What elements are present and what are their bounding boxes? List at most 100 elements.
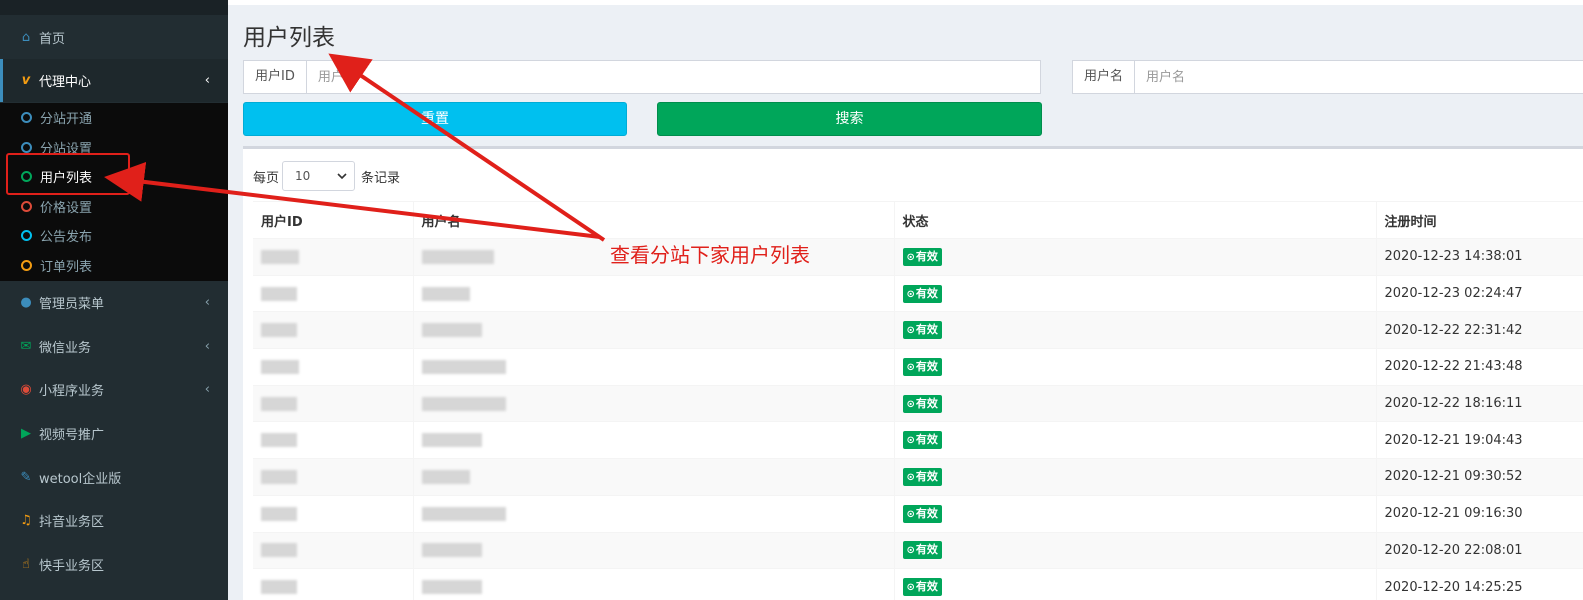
status-label: 有效 [915,543,938,557]
subitem-price-settings[interactable]: 价格设置 [0,192,228,221]
check-circle-icon: ⊙ [906,325,915,337]
submenu-label: 分站开通 [40,112,93,127]
sidebar-item-label: 微信业务 [39,341,92,356]
sidebar-item-label: 代理中心 [39,75,92,90]
wrench-icon: ✎ [20,470,32,485]
highlight-box [6,153,130,195]
table-header-row: 用户ID 用户名 状态 注册时间 [253,201,1583,239]
cell-reg-time: 2020-12-22 18:16:11 [1375,384,1583,422]
status-label: 有效 [915,359,938,373]
status-label: 有效 [915,433,938,447]
redacted-value [421,543,482,558]
user-list-box: 每页 10 条记录 用户ID 用户名 状态 注册时间 ⊙有效 2020-12-2… [243,146,1583,600]
user-icon: ● [20,295,32,310]
column-header-username[interactable]: 用户名 [412,201,894,239]
sidebar-item-admin-menu[interactable]: ● 管理员菜单 ‹ [0,281,228,324]
circle-icon [21,260,32,271]
cell-status: ⊙有效 [893,311,1376,349]
cell-reg-time: 2020-12-20 22:08:01 [1375,531,1583,569]
cell-user-id [253,311,413,349]
sidebar-item-label: 快手业务区 [39,559,105,574]
table-row[interactable]: ⊙有效 2020-12-21 19:04:43 [253,421,1583,459]
cell-user-id [253,568,413,600]
circle-icon [21,200,32,212]
check-circle-icon: ⊙ [906,545,915,557]
submenu-label: 订单列表 [40,260,93,275]
cell-username [412,494,894,532]
cell-status: ⊙有效 [893,494,1376,532]
music-icon: ♫ [20,513,32,528]
status-label: 有效 [915,286,938,300]
cell-user-id [253,458,413,496]
redacted-value [421,469,470,484]
subitem-branch-open[interactable]: 分站开通 [0,103,228,132]
table-row[interactable]: ⊙有效 2020-12-20 22:08:01 [253,531,1583,569]
table-row[interactable]: ⊙有效 2020-12-20 14:25:25 [253,568,1583,600]
search-button[interactable]: 搜索 [657,102,1042,136]
sidebar-item-label: wetool企业版 [39,472,122,487]
sidebar-item-agent-center[interactable]: v 代理中心 ‹ [0,59,228,102]
cell-status: ⊙有效 [893,238,1376,276]
user-table: 用户ID 用户名 状态 注册时间 ⊙有效 2020-12-23 14:38:01 ⊙… [253,201,1583,600]
page-length-value: 10 [295,169,311,183]
username-label: 用户名 [1073,61,1136,93]
table-row[interactable]: ⊙有效 2020-12-23 14:38:01 [253,238,1583,276]
page-length-control: 每页 10 条记录 [253,161,400,191]
cell-status: ⊙有效 [893,531,1376,569]
user-id-filter: 用户ID [243,60,1041,94]
sidebar-item-home[interactable]: ⌂ 首页 [0,16,228,59]
username-input[interactable] [1135,61,1583,93]
table-row[interactable]: ⊙有效 2020-12-22 21:43:48 [253,348,1583,386]
cell-user-id [253,421,413,459]
cell-status: ⊙有效 [893,274,1376,312]
table-row[interactable]: ⊙有效 2020-12-22 18:16:11 [253,384,1583,422]
cell-user-id [253,274,413,312]
sidebar-item-wechat[interactable]: ✉ 微信业务 ‹ [0,325,228,368]
sidebar-item-kuaishou[interactable]: ☝ 快手业务区 [0,543,228,586]
check-circle-icon: ⊙ [906,582,915,594]
redacted-value [421,396,506,411]
sidebar-item-label: 管理员菜单 [39,297,105,312]
chevron-down-icon [337,169,347,183]
cell-user-id [253,348,413,386]
user-id-input[interactable] [306,61,1040,93]
table-row[interactable]: ⊙有效 2020-12-23 02:24:47 [253,274,1583,312]
redacted-value [261,286,297,301]
cell-reg-time: 2020-12-21 09:16:30 [1375,494,1583,532]
column-header-status[interactable]: 状态 [893,201,1376,239]
check-circle-icon: ⊙ [906,435,915,447]
check-circle-icon: ⊙ [906,288,915,300]
check-circle-icon: ⊙ [906,361,915,373]
cell-reg-time: 2020-12-21 19:04:43 [1375,421,1583,459]
table-row[interactable]: ⊙有效 2020-12-21 09:30:52 [253,458,1583,496]
table-row[interactable]: ⊙有效 2020-12-22 22:31:42 [253,311,1583,349]
sidebar-item-label: 首页 [39,32,66,47]
chevron-left-icon: ‹ [204,73,210,88]
column-header-reg-time[interactable]: 注册时间 [1375,201,1583,239]
hand-pointer-icon: ☝ [22,557,30,572]
chevron-left-icon: ‹ [204,295,210,310]
page-length-prefix: 每页 [253,170,280,186]
cell-reg-time: 2020-12-21 09:30:52 [1375,458,1583,496]
redacted-value [421,506,506,521]
status-badge: ⊙有效 [902,467,942,486]
subitem-order-list[interactable]: 订单列表 [0,251,228,280]
subitem-announcement[interactable]: 公告发布 [0,221,228,250]
redacted-value [261,543,297,558]
table-row[interactable]: ⊙有效 2020-12-21 09:16:30 [253,494,1583,532]
redacted-value [261,359,299,374]
cell-username [412,384,894,422]
main-top-strip [228,0,1583,5]
sidebar-item-douyin[interactable]: ♫ 抖音业务区 [0,499,228,542]
username-filter: 用户名 [1072,60,1583,94]
page-length-suffix: 条记录 [361,170,401,186]
page-length-select[interactable]: 10 [282,161,356,191]
check-circle-icon: ⊙ [906,471,915,483]
sidebar-item-miniprogram[interactable]: ◉ 小程序业务 ‹ [0,368,228,411]
reset-button[interactable]: 重置 [243,102,627,136]
column-header-user-id[interactable]: 用户ID [253,201,413,239]
sidebar-item-video[interactable]: ▶ 视频号推广 [0,412,228,455]
sidebar-item-wetool[interactable]: ✎ wetool企业版 [0,456,228,499]
status-badge: ⊙有效 [902,321,942,340]
redacted-value [261,396,297,411]
